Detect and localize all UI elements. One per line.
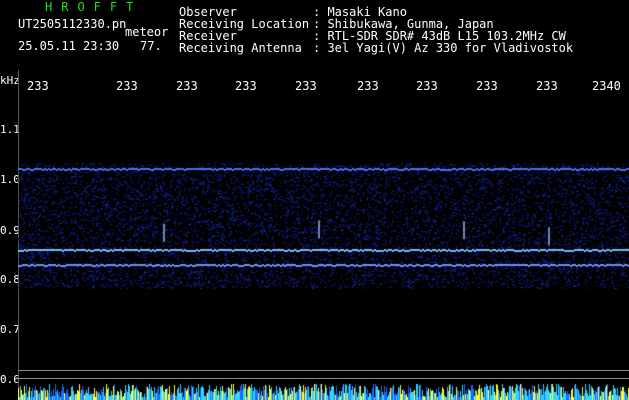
timestamp: 25.05.11 23:30: [18, 39, 120, 53]
y-tick-label: 1.1: [0, 123, 20, 136]
x-tick-label: 2340: [592, 79, 621, 93]
y-tick-label: 0.9: [0, 224, 20, 237]
x-tick-label: 233: [27, 79, 49, 93]
hrofft-title: HROFFT: [45, 0, 143, 14]
x-tick-label: 233: [476, 79, 498, 93]
frequency-unit-label: kHz: [0, 74, 20, 87]
y-tick-label: 0.6: [0, 373, 20, 386]
x-tick-label: 233: [357, 79, 379, 93]
reference-line: [18, 378, 629, 379]
y-tick-label: 0.8: [0, 273, 20, 286]
x-tick-label: 233: [116, 79, 138, 93]
y-tick-label: 1.0: [0, 173, 20, 186]
spectrogram-canvas: [18, 95, 629, 400]
reference-line: [18, 370, 629, 371]
meteor-count: 77.: [140, 39, 162, 53]
x-tick-label: 233: [235, 79, 257, 93]
file-name: UT2505112330.pn: [18, 17, 127, 31]
antenna-value: : 3el Yagi(V) Az 330 for Vladivostok: [313, 41, 574, 55]
x-tick-label: 233: [176, 79, 198, 93]
x-tick-label: 233: [416, 79, 438, 93]
x-tick-label: 233: [295, 79, 317, 93]
y-tick-label: 0.7: [0, 323, 20, 336]
x-tick-label: 233: [536, 79, 558, 93]
antenna-label: Receiving Antenna: [179, 41, 302, 55]
meteor-label: meteor: [125, 25, 169, 39]
